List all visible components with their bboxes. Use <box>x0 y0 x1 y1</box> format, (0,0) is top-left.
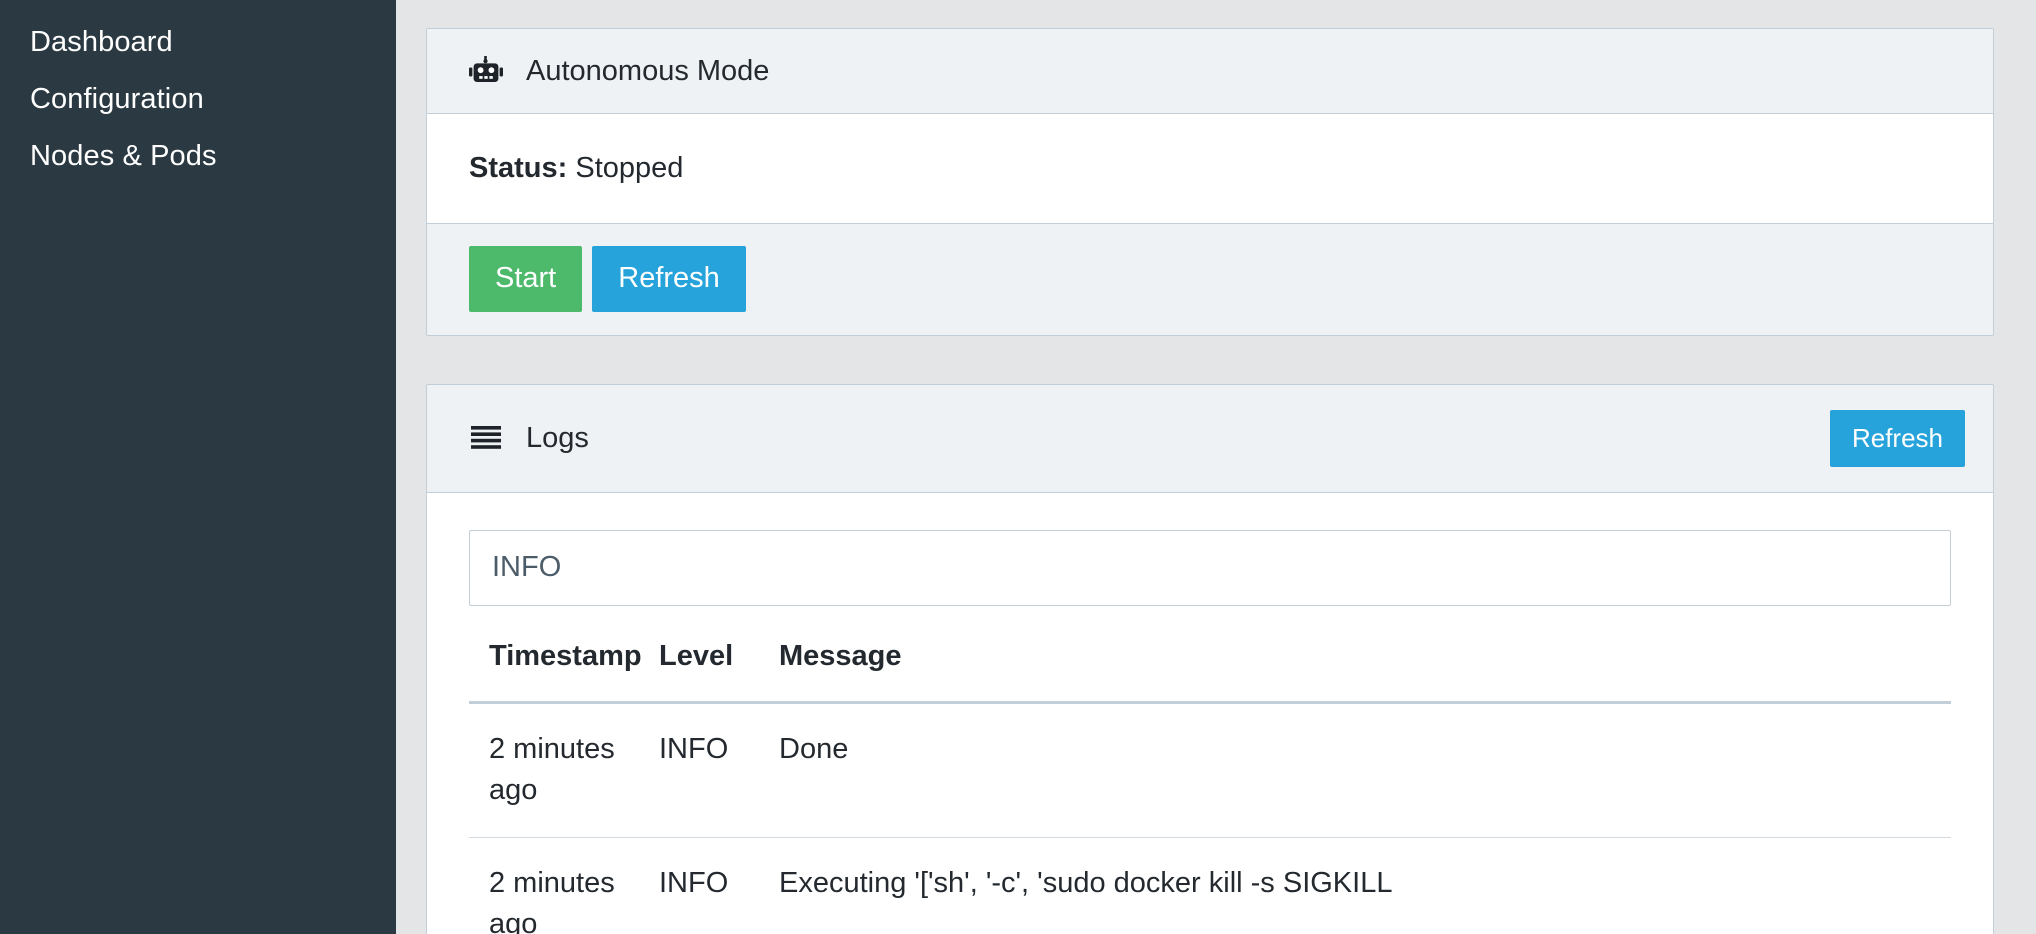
sidebar: Dashboard Configuration Nodes & Pods <box>0 0 396 934</box>
logs-header: Logs Refresh <box>427 384 1993 493</box>
table-header-row: Timestamp Level Message <box>469 639 1951 704</box>
logs-table-body: 2 minutes ago INFO Done 2 minutes ago IN… <box>469 702 1951 934</box>
refresh-status-button[interactable]: Refresh <box>592 245 746 312</box>
autonomous-mode-body: Status: Stopped <box>427 114 1993 223</box>
autonomous-mode-actions: Start Refresh <box>427 222 1993 335</box>
list-icon <box>469 425 503 451</box>
log-level: INFO <box>639 837 759 934</box>
column-header-message: Message <box>759 639 1951 704</box>
log-level: INFO <box>639 702 759 839</box>
robot-icon <box>469 56 503 86</box>
status-label: Status: <box>469 152 568 184</box>
sidebar-item-label: Dashboard <box>30 26 173 58</box>
sidebar-item-dashboard[interactable]: Dashboard <box>0 14 396 71</box>
autonomous-mode-card: Autonomous Mode Status: Stopped Start Re… <box>426 28 1994 336</box>
table-row: 2 minutes ago INFO Done <box>469 702 1951 839</box>
status-value: Stopped <box>575 152 684 184</box>
sidebar-item-nodes-pods[interactable]: Nodes & Pods <box>0 128 396 185</box>
main-content: Autonomous Mode Status: Stopped Start Re… <box>396 0 2036 934</box>
app-root: Dashboard Configuration Nodes & Pods Aut… <box>0 0 2036 934</box>
table-row: 2 minutes ago INFO Executing '['sh', '-c… <box>469 837 1951 934</box>
column-header-timestamp: Timestamp <box>469 639 642 704</box>
log-timestamp: 2 minutes ago <box>469 837 639 934</box>
column-header-level: Level <box>639 639 759 704</box>
autonomous-mode-title: Autonomous Mode <box>526 54 770 87</box>
log-message: Executing '['sh', '-c', 'sudo docker kil… <box>759 837 1951 934</box>
sidebar-item-label: Configuration <box>30 83 204 116</box>
logs-title: Logs <box>526 421 589 454</box>
log-level-filter-input[interactable] <box>469 529 1951 606</box>
logs-card: Logs Refresh Timestamp Level <box>426 383 1994 934</box>
status-line: Status: Stopped <box>469 151 1951 186</box>
logs-body: Timestamp Level Message 2 minutes ago IN… <box>427 492 1993 934</box>
refresh-logs-button[interactable]: Refresh <box>1829 409 1965 467</box>
autonomous-mode-header: Autonomous Mode <box>427 29 1993 114</box>
sidebar-item-configuration[interactable]: Configuration <box>0 71 396 128</box>
logs-table-head: Timestamp Level Message <box>469 639 1951 704</box>
log-message: Done <box>759 702 1951 839</box>
start-button[interactable]: Start <box>469 245 583 312</box>
logs-table: Timestamp Level Message 2 minutes ago IN… <box>469 639 1951 934</box>
log-timestamp: 2 minutes ago <box>469 702 639 839</box>
sidebar-item-label: Nodes & Pods <box>30 140 217 173</box>
